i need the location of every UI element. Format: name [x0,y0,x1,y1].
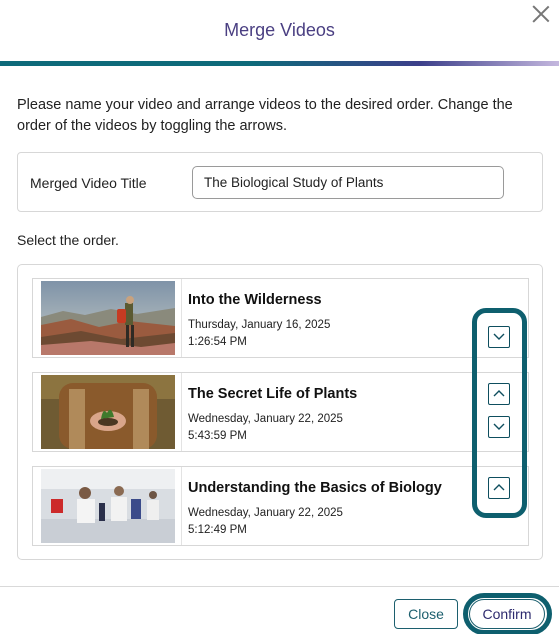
video-title: Into the Wilderness [188,292,322,308]
dialog-title: Merge Videos [224,20,335,40]
move-down-button[interactable] [488,416,510,438]
header-accent-bar [0,61,559,66]
merged-title-input[interactable] [192,166,504,199]
video-time: 1:26:54 PM [188,336,247,348]
close-icon[interactable] [531,4,551,24]
merge-videos-dialog: Merge Videos Please name your video and … [0,0,559,634]
chevron-down-icon [493,423,505,430]
video-row: Understanding the Basics of Biology Wedn… [32,466,529,546]
move-down-button[interactable] [488,326,510,348]
video-title: The Secret Life of Plants [188,386,358,402]
video-row: The Secret Life of Plants Wednesday, Jan… [32,372,529,452]
video-row: Into the Wilderness Thursday, January 16… [32,278,529,358]
video-title: Understanding the Basics of Biology [188,480,442,496]
video-time: 5:12:49 PM [188,524,247,536]
chevron-down-icon [493,333,505,340]
title-field-label: Merged Video Title [30,175,147,191]
video-time: 5:43:59 PM [188,430,247,442]
instructions-text: Please name your video and arrange video… [17,97,513,134]
footer-divider [0,586,559,587]
video-thumbnail [41,281,175,355]
move-up-button[interactable] [488,383,510,405]
select-order-label: Select the order. [17,232,119,248]
video-thumbnail [41,375,175,449]
close-button[interactable]: Close [394,599,458,629]
video-date: Wednesday, January 22, 2025 [188,507,343,519]
video-date: Thursday, January 16, 2025 [188,319,331,331]
video-date: Wednesday, January 22, 2025 [188,413,343,425]
dialog-header: Merge Videos [0,0,559,66]
title-field-panel: Merged Video Title [17,152,543,212]
move-up-button[interactable] [488,477,510,499]
video-order-list: Into the Wilderness Thursday, January 16… [17,264,543,560]
video-thumbnail [41,469,175,543]
confirm-button[interactable]: Confirm [469,599,545,629]
chevron-up-icon [493,484,505,491]
chevron-up-icon [493,390,505,397]
